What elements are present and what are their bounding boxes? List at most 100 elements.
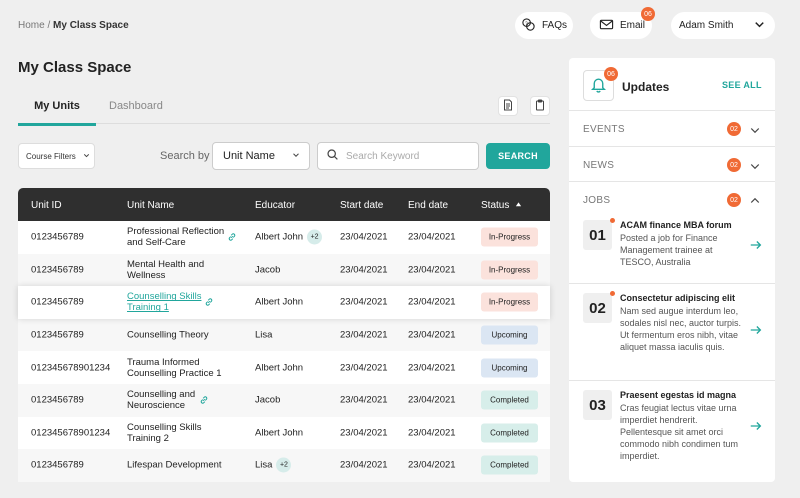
faq-icon: ?	[521, 17, 536, 35]
unit-id: 0123456789	[31, 394, 84, 406]
email-label: Email	[620, 20, 646, 31]
job-title: Consectetur adipiscing elit	[620, 293, 736, 303]
updates-panel: 06 Updates SEE ALL EVENTS 02 NEWS 02 JOB…	[569, 58, 775, 482]
unit-id: 0123456789	[31, 459, 84, 471]
chevron-up-icon	[750, 197, 760, 203]
educator-name: Albert John	[255, 362, 304, 374]
start-date: 23/04/2021	[340, 394, 388, 406]
unit-id: 0123456789	[31, 329, 84, 341]
updates-title: Updates	[622, 80, 670, 94]
column-header-end-date: End date	[408, 200, 449, 211]
educator-name: Jacob	[255, 394, 281, 406]
more-educators-badge[interactable]: +2	[307, 229, 323, 245]
job-description: Cras feugiat lectus vitae urna imperdiet…	[620, 403, 739, 461]
search-input[interactable]	[346, 150, 476, 162]
table-row[interactable]: 0123456789 Counselling Skills Training 1…	[18, 286, 550, 319]
arrow-right-icon[interactable]	[749, 419, 763, 433]
section-events[interactable]: EVENTS 02	[569, 110, 775, 146]
link-icon[interactable]	[227, 232, 237, 242]
link-icon[interactable]	[199, 395, 209, 405]
search-icon	[326, 148, 339, 164]
start-date: 23/04/2021	[340, 231, 388, 243]
unit-name: Counselling Skills Training 2	[127, 421, 202, 444]
updates-badge: 06	[604, 67, 618, 81]
end-date: 23/04/2021	[408, 329, 456, 341]
job-number-text: 02	[589, 299, 606, 317]
job-title: ACAM finance MBA forum	[620, 220, 732, 230]
list-item[interactable]: 01 ACAM finance MBA forum Posted a job f…	[583, 218, 763, 280]
column-header-unit-id: Unit ID	[31, 200, 62, 211]
breadcrumb-separator: /	[44, 20, 54, 31]
search-by-label: Search by	[160, 150, 210, 162]
table-row[interactable]: 0123456789 Mental Health and Wellness Ja…	[18, 253, 550, 287]
start-date: 23/04/2021	[340, 264, 388, 276]
start-date: 23/04/2021	[340, 296, 388, 308]
more-educators-badge[interactable]: +2	[276, 457, 292, 473]
educator-name: Lisa	[255, 329, 273, 341]
search-by-select[interactable]: Unit Name	[212, 142, 310, 170]
table-row[interactable]: 0123456789 Counselling and Neuroscience …	[18, 383, 550, 417]
educator: Jacob	[255, 264, 280, 275]
user-menu[interactable]: Adam Smith	[671, 12, 775, 39]
list-item[interactable]: 02 Consectetur adipiscing elit Nam sed a…	[583, 291, 763, 373]
divider	[569, 283, 775, 284]
end-date: 23/04/2021	[408, 296, 456, 308]
end-date: 23/04/2021	[408, 427, 456, 439]
table-row[interactable]: 0123456789 Counselling Theory Lisa 23/04…	[18, 318, 550, 352]
email-button[interactable]: Email 06	[590, 7, 655, 39]
chevron-down-icon	[750, 164, 760, 170]
breadcrumb-home[interactable]: Home	[18, 20, 45, 31]
breadcrumb-current: My Class Space	[53, 20, 129, 31]
clipboard-button[interactable]	[530, 96, 550, 116]
mail-icon	[599, 17, 614, 35]
course-filters-dropdown[interactable]: Course Filters	[18, 143, 95, 169]
arrow-right-icon[interactable]	[749, 323, 763, 337]
tab-dashboard[interactable]: Dashboard	[109, 100, 163, 112]
list-item[interactable]: 03 Praesent egestas id magna Cras feugia…	[583, 390, 763, 470]
educator: Albert John +2	[255, 229, 323, 245]
column-header-status[interactable]: Status	[481, 200, 522, 211]
faqs-button[interactable]: ? FAQs	[515, 12, 573, 39]
end-date: 23/04/2021	[408, 459, 456, 471]
unit-name: Counselling Theory	[127, 329, 209, 341]
job-number: 01	[583, 218, 615, 250]
status-badge: Completed	[481, 455, 538, 475]
document-button[interactable]	[498, 96, 518, 116]
section-badge: 02	[727, 122, 741, 136]
search-button[interactable]: SEARCH	[486, 143, 550, 169]
section-label: JOBS	[583, 195, 611, 206]
table-row[interactable]: 012345678901234 Counselling Skills Train…	[18, 416, 550, 450]
course-filters-label: Course Filters	[26, 151, 76, 161]
section-label: NEWS	[583, 160, 615, 171]
document-icon	[502, 99, 514, 114]
educator: Lisa +2	[255, 457, 292, 473]
educator-name: Lisa	[255, 459, 273, 471]
job-description: Posted a job for Finance Management trai…	[620, 233, 718, 267]
clipboard-icon	[534, 99, 546, 114]
status-cell: Upcoming	[481, 325, 538, 345]
status-cell: In-Progress	[481, 227, 538, 247]
tab-my-units[interactable]: My Units	[18, 100, 96, 126]
educator: Albert John	[255, 427, 303, 438]
unit-id: 0123456789	[31, 264, 84, 276]
educator-name: Albert John	[255, 231, 304, 243]
table-row[interactable]: 0123456789 Professional Reflection and S…	[18, 221, 550, 254]
unread-dot	[610, 218, 615, 223]
table-row[interactable]: 0123456789 Lifespan Development Lisa +2 2…	[18, 449, 550, 482]
job-number: 03	[583, 390, 612, 420]
unit-name: Counselling and Neuroscience	[127, 389, 196, 412]
link-icon[interactable]	[204, 297, 214, 307]
end-date: 23/04/2021	[408, 231, 456, 243]
section-news[interactable]: NEWS 02	[569, 146, 775, 182]
see-all-link[interactable]: SEE ALL	[722, 80, 762, 90]
section-label: EVENTS	[583, 124, 625, 135]
status-badge: Completed	[481, 390, 538, 410]
table-row[interactable]: 012345678901234 Trauma Informed Counsell…	[18, 351, 550, 384]
end-date: 23/04/2021	[408, 394, 456, 406]
notifications-button[interactable]: 06	[583, 67, 618, 101]
status-cell: Completed	[481, 423, 538, 443]
section-jobs[interactable]: JOBS 02	[569, 181, 775, 217]
status-cell: Completed	[481, 390, 538, 410]
section-badge: 02	[727, 158, 741, 172]
arrow-right-icon[interactable]	[749, 238, 763, 252]
